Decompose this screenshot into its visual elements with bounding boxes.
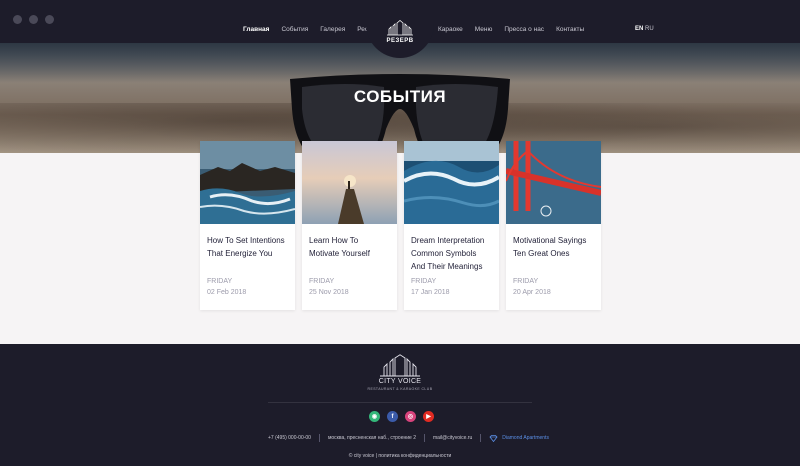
window-dot-icon[interactable] bbox=[13, 15, 22, 24]
event-card[interactable]: Dream Interpretation Common Symbols And … bbox=[404, 141, 499, 310]
hero-banner: СОБЫТИЯ bbox=[0, 43, 800, 153]
nav-item-home[interactable]: Главная bbox=[243, 26, 269, 33]
site-footer: CITY VOICE RESTAURANT & KARAOKE CLUB ◉ f… bbox=[0, 344, 800, 466]
window-controls bbox=[13, 15, 54, 24]
nav-item-gallery[interactable]: Галерея bbox=[320, 26, 345, 33]
nav-item-menu[interactable]: Меню bbox=[475, 26, 493, 33]
logo-label: РЕЗЕРВ bbox=[386, 38, 414, 44]
lang-en[interactable]: EN bbox=[635, 26, 643, 32]
nav-item-karaoke[interactable]: Караоке bbox=[438, 26, 463, 33]
card-title[interactable]: How To Set Intentions That Energize You bbox=[207, 234, 288, 278]
card-day: FRIDAY bbox=[309, 278, 335, 285]
card-title[interactable]: Dream Interpretation Common Symbols And … bbox=[411, 234, 492, 278]
footer-contacts: +7 (495) 000-00-00 москва, пресненская н… bbox=[268, 434, 549, 442]
card-day: FRIDAY bbox=[513, 278, 539, 285]
diamond-icon bbox=[489, 434, 498, 442]
lang-ru[interactable]: RU bbox=[645, 26, 654, 32]
card-date: 17 Jan 2018 bbox=[411, 289, 450, 296]
partner-label: Diamond Apartments bbox=[502, 435, 549, 441]
nav-item-press[interactable]: Пресса о нас bbox=[504, 26, 544, 33]
card-date: 20 Apr 2018 bbox=[513, 289, 551, 296]
instagram-icon[interactable]: ◎ bbox=[405, 411, 416, 422]
nav-right: Караоке Меню Пресса о нас Контакты bbox=[438, 26, 584, 33]
partner-link[interactable]: Diamond Apartments bbox=[489, 434, 549, 442]
card-day: FRIDAY bbox=[207, 278, 233, 285]
card-image-coast bbox=[200, 141, 295, 224]
event-card[interactable]: Learn How To Motivate Yourself FRIDAY 25… bbox=[302, 141, 397, 310]
nav-left: Главная События Галерея Ресторан bbox=[243, 26, 385, 33]
card-image-wave bbox=[404, 141, 499, 224]
card-day: FRIDAY bbox=[411, 278, 437, 285]
event-card[interactable]: Motivational Sayings Ten Great Ones FRID… bbox=[506, 141, 601, 310]
card-date: 02 Feb 2018 bbox=[207, 289, 247, 296]
event-cards: How To Set Intentions That Energize You … bbox=[200, 141, 601, 310]
footer-brand: CITY VOICE bbox=[378, 378, 422, 385]
card-date: 25 Nov 2018 bbox=[309, 289, 349, 296]
skyline-logo-icon bbox=[387, 20, 413, 36]
window-dot-icon[interactable] bbox=[29, 15, 38, 24]
tripadvisor-icon[interactable]: ◉ bbox=[369, 411, 380, 422]
footer-tagline: RESTAURANT & KARAOKE CLUB bbox=[367, 387, 433, 391]
card-title[interactable]: Motivational Sayings Ten Great Ones bbox=[513, 234, 594, 278]
divider bbox=[318, 434, 320, 442]
copyright[interactable]: © city voice | политика конфиденциальнос… bbox=[0, 453, 800, 459]
footer-email[interactable]: mail@cityvoice.ru bbox=[433, 435, 472, 441]
footer-divider bbox=[268, 402, 532, 403]
skyline-logo-icon[interactable] bbox=[378, 354, 422, 378]
youtube-icon[interactable]: ▶ bbox=[423, 411, 434, 422]
footer-phone[interactable]: +7 (495) 000-00-00 bbox=[268, 435, 311, 441]
window-dot-icon[interactable] bbox=[45, 15, 54, 24]
event-card[interactable]: How To Set Intentions That Energize You … bbox=[200, 141, 295, 310]
divider bbox=[480, 434, 482, 442]
card-title[interactable]: Learn How To Motivate Yourself bbox=[309, 234, 390, 278]
footer-address: москва, пресненская наб., строение 2 bbox=[327, 435, 416, 441]
language-switcher: EN RU bbox=[635, 26, 654, 32]
nav-item-contacts[interactable]: Контакты bbox=[556, 26, 584, 33]
nav-item-events[interactable]: События bbox=[281, 26, 308, 33]
card-image-pier bbox=[302, 141, 397, 224]
page-title: СОБЫТИЯ bbox=[353, 87, 447, 106]
divider bbox=[423, 434, 425, 442]
card-image-bridge bbox=[506, 141, 601, 224]
social-links: ◉ f ◎ ▶ bbox=[369, 411, 434, 422]
facebook-icon[interactable]: f bbox=[387, 411, 398, 422]
